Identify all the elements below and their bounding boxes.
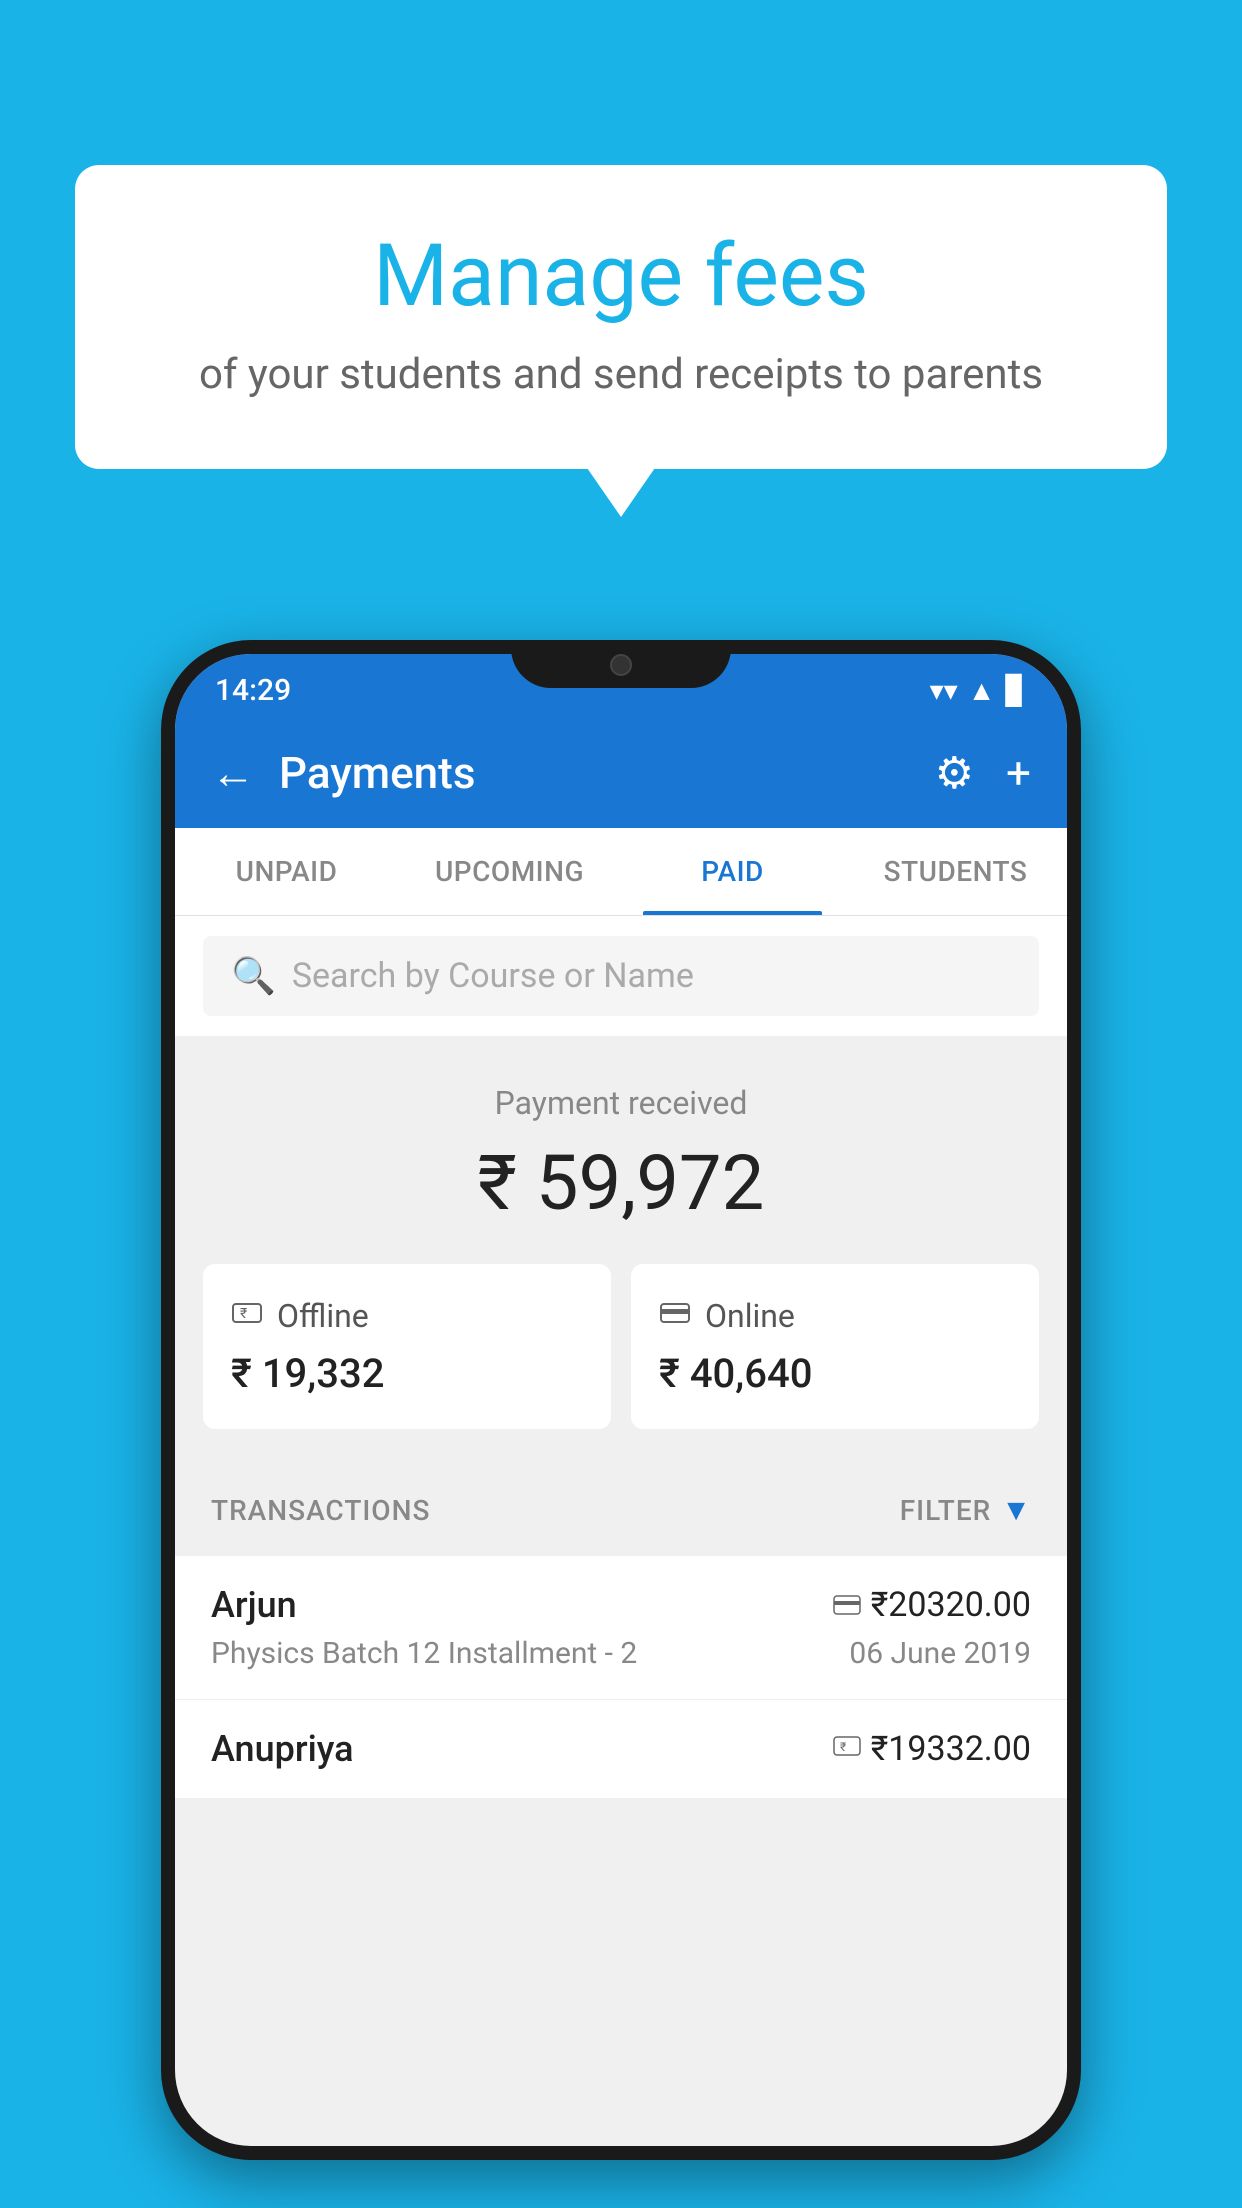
speech-bubble: Manage fees of your students and send re…: [75, 165, 1167, 469]
svg-text:₹: ₹: [240, 1306, 247, 1322]
status-time: 14:29: [215, 673, 291, 708]
filter-label: FILTER: [900, 1494, 992, 1527]
tab-paid[interactable]: PAID: [621, 828, 844, 915]
filter-icon: ▼: [1001, 1493, 1031, 1528]
phone-frame: 14:29 ▾▾ ▲ ▊ ← Payments ⚙ + UNPAID: [161, 640, 1081, 2160]
tab-unpaid[interactable]: UNPAID: [175, 828, 398, 915]
online-icon: [659, 1296, 691, 1336]
transaction-course: Physics Batch 12 Installment - 2: [211, 1636, 637, 1671]
transaction-amount: ₹20320.00: [871, 1585, 1031, 1625]
online-label: Online: [705, 1297, 795, 1335]
transactions-header: TRANSACTIONS FILTER ▼: [175, 1465, 1067, 1556]
payment-received-section: Payment received ₹ 59,972: [175, 1036, 1067, 1264]
tab-upcoming[interactable]: UPCOMING: [398, 828, 621, 915]
transaction-amount-container: ₹20320.00: [833, 1585, 1031, 1625]
offline-icon: ₹: [231, 1296, 263, 1336]
search-container: 🔍 Search by Course or Name: [175, 916, 1067, 1036]
manage-fees-subtitle: of your students and send receipts to pa…: [155, 350, 1087, 399]
payment-received-amount: ₹ 59,972: [203, 1138, 1039, 1228]
add-icon[interactable]: +: [1006, 747, 1031, 799]
battery-icon: ▊: [1005, 674, 1027, 707]
partial-amount: ₹19332.00: [871, 1729, 1031, 1769]
payment-received-label: Payment received: [203, 1084, 1039, 1122]
payment-cards: ₹ Offline ₹ 19,332: [175, 1264, 1067, 1465]
transaction-list: Arjun ₹20320.00 Physics: [175, 1556, 1067, 1798]
card-payment-icon: [833, 1589, 861, 1622]
offline-amount: ₹ 19,332: [231, 1350, 583, 1397]
back-button[interactable]: ←: [211, 751, 255, 795]
phone-device: 14:29 ▾▾ ▲ ▊ ← Payments ⚙ + UNPAID: [161, 640, 1081, 2160]
svg-text:₹: ₹: [840, 1740, 846, 1754]
transaction-row-partial[interactable]: Anupriya ₹ ₹19332.00: [175, 1700, 1067, 1798]
online-card-header: Online: [659, 1296, 1011, 1336]
settings-icon[interactable]: ⚙: [935, 747, 974, 799]
online-amount: ₹ 40,640: [659, 1350, 1011, 1397]
app-bar-icons: ⚙ +: [935, 747, 1031, 799]
tab-bar: UNPAID UPCOMING PAID STUDENTS: [175, 828, 1067, 916]
offline-payment-icon: ₹: [833, 1732, 861, 1767]
offline-payment-card: ₹ Offline ₹ 19,332: [203, 1264, 611, 1429]
camera: [610, 654, 632, 676]
transaction-top: Arjun ₹20320.00: [211, 1584, 1031, 1626]
transaction-row[interactable]: Arjun ₹20320.00 Physics: [175, 1556, 1067, 1700]
search-icon: 🔍: [231, 955, 276, 997]
search-placeholder: Search by Course or Name: [292, 956, 694, 996]
app-bar: ← Payments ⚙ +: [175, 718, 1067, 828]
transactions-label: TRANSACTIONS: [211, 1494, 430, 1527]
partial-amount-container: ₹ ₹19332.00: [833, 1729, 1031, 1769]
search-box[interactable]: 🔍 Search by Course or Name: [203, 936, 1039, 1016]
manage-fees-title: Manage fees: [155, 225, 1087, 326]
filter-container[interactable]: FILTER ▼: [900, 1493, 1031, 1528]
status-icons: ▾▾ ▲ ▊: [930, 674, 1027, 707]
app-title: Payments: [279, 747, 911, 799]
offline-label: Offline: [277, 1297, 369, 1335]
transaction-name: Arjun: [211, 1584, 297, 1626]
phone-notch: [511, 640, 731, 688]
offline-card-header: ₹ Offline: [231, 1296, 583, 1336]
wifi-icon: ▾▾: [930, 674, 958, 707]
online-payment-card: Online ₹ 40,640: [631, 1264, 1039, 1429]
signal-icon: ▲: [968, 674, 996, 707]
tab-students[interactable]: STUDENTS: [844, 828, 1067, 915]
transaction-bottom: Physics Batch 12 Installment - 2 06 June…: [211, 1636, 1031, 1671]
transaction-date: 06 June 2019: [849, 1636, 1031, 1671]
partial-transaction-name: Anupriya: [211, 1728, 354, 1770]
phone-screen: 14:29 ▾▾ ▲ ▊ ← Payments ⚙ + UNPAID: [175, 654, 1067, 2146]
